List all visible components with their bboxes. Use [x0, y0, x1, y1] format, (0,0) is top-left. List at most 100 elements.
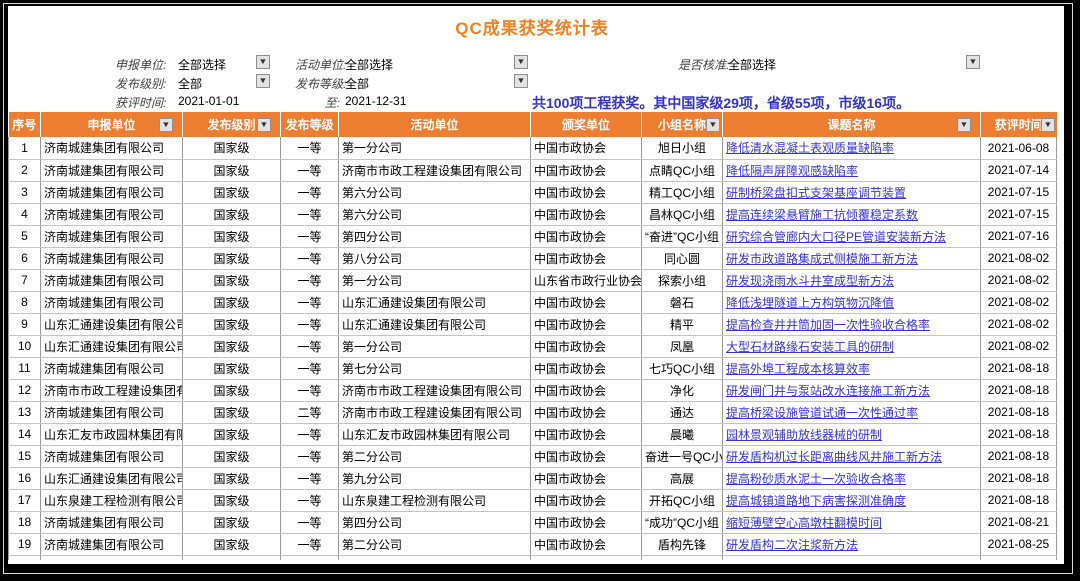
topic-link[interactable]: 园林景观辅助放线器械的研制 [726, 428, 882, 442]
topic-link[interactable]: 提高桥梁设施管道试通一次性通过率 [726, 406, 918, 420]
date-to-field[interactable]: 2021-12-31 [345, 94, 406, 108]
filter-label-huodong-danwei: 活动单位: [295, 56, 346, 73]
cell-fabu-dengji: 一等 [281, 445, 339, 467]
cell-banjiang-danwei: 中国市政协会 [531, 335, 642, 357]
cell-xiaozu-mingcheng: 昌林QC小组 [642, 203, 723, 225]
cell-huoping-shijian: 2021-08-18 [981, 401, 1057, 423]
cell-xiaozu-mingcheng: 磐石 [642, 291, 723, 313]
cell-fabu-jibie: 国家级 [183, 291, 281, 313]
cell-keti-mingcheng: 提高城镇道路地下病害探测准确度 [723, 489, 981, 511]
header-huoping-shijian: 获评时间 ▼ [981, 112, 1057, 137]
table-body: 1 济南城建集团有限公司 国家级 一等 第一分公司 中国市政协会 旭日小组 降低… [9, 137, 1057, 555]
cell-xiaozu-mingcheng: 同心圆 [642, 247, 723, 269]
topic-link[interactable]: 提高检查井井筒加固一次性验收合格率 [726, 318, 930, 332]
cell-keti-mingcheng: 园林景观辅助放线器械的研制 [723, 423, 981, 445]
cell-fabu-jibie: 国家级 [183, 247, 281, 269]
table-row: 7 济南城建集团有限公司 国家级 一等 第一分公司 山东省市政行业协会 探索小组… [9, 269, 1057, 291]
fabu-jibie-dropdown-button[interactable]: ▼ [256, 74, 270, 88]
topic-link[interactable]: 研发盾构机过长距离曲线风井施工新方法 [726, 450, 942, 464]
filter-label-fabu-dengji: 发布等级: [295, 75, 346, 92]
cell-xuhao: 4 [9, 203, 41, 225]
cell-fabu-dengji: 一等 [281, 335, 339, 357]
cell-banjiang-danwei: 中国市政协会 [531, 247, 642, 269]
filter-value-fabu-jibie[interactable]: 全部 [178, 75, 202, 92]
cell-huodong-danwei: 第八分公司 [339, 247, 531, 269]
topic-link[interactable]: 降低清水混凝土表观质量缺陷率 [726, 141, 894, 155]
table-row: 14 山东汇友市政园林集团有限公司 国家级 一等 山东汇友市政园林集团有限公司 … [9, 423, 1057, 445]
topic-link[interactable]: 研发现浇雨水斗井室成型新方法 [726, 274, 894, 288]
cell-shenbao-danwei: 济南城建集团有限公司 [41, 181, 183, 203]
cell-keti-mingcheng: 研发市政道路集成式侧模施工新方法 [723, 247, 981, 269]
filter-value-shenbao-danwei[interactable]: 全部选择 [178, 56, 226, 73]
table-row: 1 济南城建集团有限公司 国家级 一等 第一分公司 中国市政协会 旭日小组 降低… [9, 137, 1057, 159]
cell-huoping-shijian: 2021-07-14 [981, 159, 1057, 181]
cell-xuhao: 3 [9, 181, 41, 203]
topic-link[interactable]: 提高城镇道路地下病害探测准确度 [726, 494, 906, 508]
cell-huodong-danwei: 第一分公司 [339, 335, 531, 357]
filter-value-fabu-dengji[interactable]: 全部 [345, 75, 369, 92]
topic-link[interactable]: 提高粉砂质水泥土一次验收合格率 [726, 472, 906, 486]
topic-link[interactable]: 研究综合管廊内大口径PE管道安装新方法 [726, 230, 946, 244]
cell-xiaozu-mingcheng: 七巧QC小组 [642, 357, 723, 379]
cell-fabu-jibie: 国家级 [183, 379, 281, 401]
keti-column-filter-button[interactable]: ▼ [957, 118, 971, 132]
cell-keti-mingcheng: 提高桥梁设施管道试通一次性通过率 [723, 401, 981, 423]
topic-link[interactable]: 大型石材路缘石安装工具的研制 [726, 340, 894, 354]
huoping-column-filter-button[interactable]: ▼ [1041, 118, 1055, 132]
cell-xiaozu-mingcheng: 精平 [642, 313, 723, 335]
topic-link[interactable]: 提高外埠工程成本核算效率 [726, 362, 870, 376]
cell-shenbao-danwei: 济南城建集团有限公司 [41, 247, 183, 269]
shenbao-dropdown-button[interactable]: ▼ [256, 55, 270, 69]
shenbao-column-filter-button[interactable]: ▼ [159, 118, 173, 132]
xiaozu-column-filter-button[interactable]: ▼ [706, 118, 720, 132]
cell-fabu-jibie: 国家级 [183, 357, 281, 379]
topic-link[interactable]: 降低隔声屏障观感缺陷率 [726, 164, 858, 178]
cell-xuhao: 13 [9, 401, 41, 423]
cell-fabu-jibie: 国家级 [183, 467, 281, 489]
cell-fabu-jibie: 国家级 [183, 269, 281, 291]
fabu-jibie-column-filter-button[interactable]: ▼ [257, 118, 271, 132]
table-row: 10 山东汇通建设集团有限公司 国家级 一等 第一分公司 中国市政协会 凤凰 大… [9, 335, 1057, 357]
chevron-down-icon: ▼ [258, 58, 267, 66]
topic-link[interactable]: 研发市政道路集成式侧模施工新方法 [726, 252, 918, 266]
filter-label-zhi: 至: [308, 94, 340, 111]
topic-link[interactable]: 研发闸门井与泵站改水连接施工新方法 [726, 384, 930, 398]
cell-xiaozu-mingcheng: 晨曦 [642, 423, 723, 445]
cell-fabu-dengji: 一等 [281, 137, 339, 159]
filter-value-shifou-hezhun[interactable]: 全部选择 [728, 56, 776, 73]
hezhun-dropdown-button[interactable]: ▼ [966, 55, 980, 69]
date-from-field[interactable]: 2021-01-01 [178, 94, 239, 108]
topic-link[interactable]: 缩短薄壁空心高墩柱翻模时间 [726, 516, 882, 530]
cell-huoping-shijian: 2021-07-16 [981, 225, 1057, 247]
cell-keti-mingcheng: 研制桥梁盘扣式支架基座调节装置 [723, 181, 981, 203]
topic-link[interactable]: 研制桥梁盘扣式支架基座调节装置 [726, 186, 906, 200]
filter-triangle-icon: ▼ [959, 121, 968, 129]
topic-link[interactable]: 研发盾构二次注浆新方法 [726, 538, 858, 552]
cell-huodong-danwei: 第一分公司 [339, 269, 531, 291]
cell-xiaozu-mingcheng: 奋进一号QC小组 [642, 445, 723, 467]
huodong-dropdown-button[interactable]: ▼ [514, 55, 528, 69]
cell-shenbao-danwei: 济南城建集团有限公司 [41, 137, 183, 159]
cell-shenbao-danwei: 济南城建集团有限公司 [41, 159, 183, 181]
cell-huoping-shijian: 2021-08-18 [981, 423, 1057, 445]
cell-fabu-jibie: 国家级 [183, 511, 281, 533]
cell-huodong-danwei: 第一分公司 [339, 137, 531, 159]
table-row: 2 济南城建集团有限公司 国家级 一等 济南市市政工程建设集团有限公司 中国市政… [9, 159, 1057, 181]
cell-shenbao-danwei: 济南城建集团有限公司 [41, 225, 183, 247]
cell-keti-mingcheng: 研究综合管廊内大口径PE管道安装新方法 [723, 225, 981, 247]
cell-keti-mingcheng: 提高粉砂质水泥土一次验收合格率 [723, 467, 981, 489]
filter-value-huodong-danwei[interactable]: 全部选择 [345, 56, 393, 73]
cell-fabu-dengji: 一等 [281, 511, 339, 533]
fabu-dengji-dropdown-button[interactable]: ▼ [514, 74, 528, 88]
topic-link[interactable]: 降低浅埋隧道上方构筑物沉降值 [726, 296, 894, 310]
cell-xuhao: 19 [9, 533, 41, 555]
table-row: 11 济南城建集团有限公司 国家级 一等 第七分公司 中国市政协会 七巧QC小组… [9, 357, 1057, 379]
cell-fabu-dengji: 一等 [281, 423, 339, 445]
cell-huodong-danwei: 山东汇友市政园林集团有限公司 [339, 423, 531, 445]
cell-xiaozu-mingcheng: 点睛QC小组 [642, 159, 723, 181]
cell-keti-mingcheng: 提高连续梁悬臂施工抗倾覆稳定系数 [723, 203, 981, 225]
table-row: 15 济南城建集团有限公司 国家级 一等 第二分公司 中国市政协会 奋进一号QC… [9, 445, 1057, 467]
cell-shenbao-danwei: 山东汇通建设集团有限公司 [41, 335, 183, 357]
topic-link[interactable]: 提高连续梁悬臂施工抗倾覆稳定系数 [726, 208, 918, 222]
cell-huodong-danwei: 第四分公司 [339, 225, 531, 247]
